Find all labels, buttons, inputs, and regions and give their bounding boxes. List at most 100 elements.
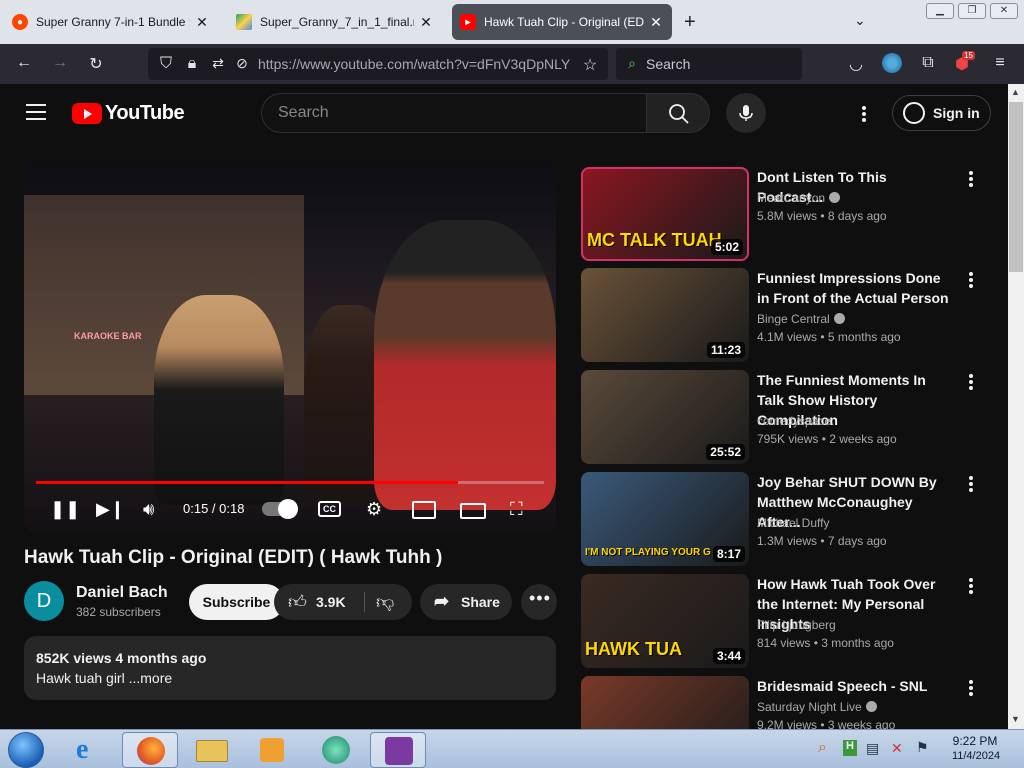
clock-time[interactable]: 9:22 PM bbox=[950, 734, 1000, 748]
captions-icon[interactable]: CC bbox=[318, 501, 341, 517]
recommendation-menu-icon[interactable] bbox=[969, 578, 973, 596]
youtube-search-input[interactable] bbox=[278, 104, 618, 122]
extensions-icon[interactable]: ⧉ bbox=[918, 54, 938, 72]
like-dislike-group: 👍︎ 3.9K 👎︎ bbox=[274, 584, 412, 620]
subscribe-button[interactable]: Subscribe bbox=[189, 584, 284, 620]
close-icon[interactable]: ✕ bbox=[418, 14, 434, 31]
pocket-icon[interactable]: ◡ bbox=[846, 54, 866, 74]
youtube-search-box[interactable] bbox=[261, 93, 646, 133]
video-player[interactable]: KARAOKE BAR ❚❚ ▶❙ 🔊︎ 0:15 / 0:18 CC ⚙ ⛶ bbox=[24, 165, 556, 533]
scroll-down-icon[interactable]: ▼ bbox=[1011, 714, 1020, 724]
voice-search-button[interactable] bbox=[726, 93, 766, 133]
browser-search-placeholder: Search bbox=[646, 56, 691, 72]
browser-toolbar: ← → ↻ ⛉ 🔒︎ ⇄ ⊘ https://www.youtube.com/w… bbox=[0, 44, 1024, 84]
thumbs-up-icon[interactable]: 👍︎ bbox=[288, 591, 307, 613]
media-player-icon[interactable] bbox=[244, 732, 300, 768]
back-icon[interactable]: ← bbox=[14, 54, 34, 72]
tab-reddit[interactable]: ● Super Granny 7-in-1 Bundle : r/ ✕ bbox=[4, 4, 218, 40]
recommendation-item[interactable]: HAWK TUA 3:44 How Hawk Tuah Took Over the … bbox=[581, 574, 993, 668]
recommendation-menu-icon[interactable] bbox=[969, 374, 973, 392]
recommendation-menu-icon[interactable] bbox=[969, 476, 973, 494]
miniplayer-icon[interactable] bbox=[412, 501, 436, 519]
recommendation-menu-icon[interactable] bbox=[969, 680, 973, 698]
description-text: Hawk tuah girl ...more bbox=[36, 670, 173, 686]
url-bar[interactable]: ⛉ 🔒︎ ⇄ ⊘ https://www.youtube.com/watch?v… bbox=[148, 48, 608, 80]
settings-kebab-icon[interactable] bbox=[862, 106, 866, 124]
video-progress-bar[interactable] bbox=[36, 481, 544, 484]
recommendation-title[interactable]: Funniest Impressions Done in Front of th… bbox=[757, 268, 952, 308]
restore-button[interactable]: ❐ bbox=[958, 3, 986, 19]
sign-in-button[interactable]: Sign in bbox=[892, 95, 991, 131]
account-icon[interactable] bbox=[882, 53, 902, 73]
video-thumbnail[interactable]: I'M NOT PLAYING YOUR G 8:17 bbox=[581, 472, 749, 566]
tab-youtube[interactable]: ▸ Hawk Tuah Clip - Original (EDIT ✕ bbox=[452, 4, 672, 40]
firefox-icon[interactable] bbox=[122, 732, 178, 768]
verified-check-icon bbox=[833, 313, 845, 324]
video-thumbnail[interactable]: 25:52 bbox=[581, 370, 749, 464]
recommendation-channel: Saturday Night Live bbox=[757, 700, 877, 714]
start-button[interactable] bbox=[8, 732, 44, 768]
file-explorer-icon[interactable] bbox=[184, 732, 240, 768]
like-count[interactable]: 3.9K bbox=[316, 594, 346, 610]
next-icon[interactable]: ▶❙ bbox=[96, 499, 125, 520]
reload-icon[interactable]: ↻ bbox=[86, 54, 106, 74]
share-button[interactable]: ➦ Share bbox=[420, 584, 512, 620]
close-window-button[interactable]: ✕ bbox=[990, 3, 1018, 19]
video-thumbnail[interactable]: HAWK TUA 3:44 bbox=[581, 574, 749, 668]
browser-search-bar[interactable]: ⌕ Search bbox=[616, 48, 802, 80]
channel-avatar[interactable]: D bbox=[24, 581, 64, 621]
close-icon[interactable]: ✕ bbox=[194, 14, 210, 31]
video-time: 0:15 / 0:18 bbox=[183, 501, 245, 516]
page-scrollbar[interactable]: ▲ ▼ bbox=[1008, 84, 1024, 729]
fullscreen-icon[interactable]: ⛶ bbox=[510, 499, 523, 520]
pause-icon[interactable]: ❚❚ bbox=[50, 499, 80, 520]
youtube-logo[interactable]: YouTube bbox=[72, 102, 185, 125]
thumbs-down-icon[interactable]: 👎︎ bbox=[376, 591, 394, 613]
forward-icon[interactable]: → bbox=[50, 54, 70, 72]
tab-google-drive[interactable]: Super_Granny_7_in_1_final.rar - ✕ bbox=[228, 4, 442, 40]
recommendation-channel: Binge Central bbox=[757, 312, 845, 326]
video-thumbnail[interactable]: MC TALK TUAH 5:02 bbox=[581, 167, 749, 261]
action-center-flag-icon[interactable]: ⚑ bbox=[916, 739, 929, 756]
new-tab-button[interactable]: + bbox=[684, 11, 696, 34]
scroll-up-icon[interactable]: ▲ bbox=[1011, 87, 1020, 97]
recommendation-item[interactable]: MC TALK TUAH 5:02 Dont Listen To This Podc… bbox=[581, 167, 993, 261]
guide-menu-icon[interactable] bbox=[26, 104, 46, 125]
permissions-icon[interactable]: ⇄ bbox=[208, 55, 228, 72]
volume-icon[interactable]: 🔊︎ bbox=[143, 499, 154, 520]
network-icon[interactable]: ▤ bbox=[866, 740, 879, 757]
scrollbar-thumb[interactable] bbox=[1009, 102, 1023, 272]
video-thumbnail[interactable]: 11:23 bbox=[581, 268, 749, 362]
description-box[interactable]: 852K views 4 months ago Hawk tuah girl .… bbox=[24, 636, 556, 700]
more-actions-button[interactable]: ••• bbox=[521, 584, 557, 620]
chevron-down-icon[interactable]: ⌄ bbox=[854, 12, 866, 29]
channel-name[interactable]: Daniel Bach bbox=[76, 584, 168, 602]
internet-explorer-icon[interactable]: e bbox=[62, 732, 118, 768]
recommendation-channel: Filip Ljungberg bbox=[757, 618, 836, 632]
tray-app-icon[interactable]: H bbox=[843, 740, 857, 756]
recommendation-item[interactable]: I'M NOT PLAYING YOUR G 8:17 Joy Behar SHUT… bbox=[581, 472, 993, 566]
recommendation-item[interactable]: 25:52 The Funniest Moments In Talk Show H… bbox=[581, 370, 993, 464]
autoplay-blocked-icon[interactable]: ⊘ bbox=[232, 55, 252, 72]
theater-mode-icon[interactable] bbox=[460, 503, 486, 519]
close-icon[interactable]: ✕ bbox=[648, 14, 664, 31]
chat-app-icon[interactable] bbox=[308, 732, 364, 768]
lock-icon[interactable]: 🔒︎ bbox=[182, 55, 202, 73]
gear-icon[interactable]: ⚙ bbox=[366, 499, 382, 520]
recommendation-item[interactable]: 11:23 Funniest Impressions Done in Front … bbox=[581, 268, 993, 362]
tray-search-icon[interactable]: ⌕ bbox=[818, 739, 827, 757]
video-person-left bbox=[154, 295, 284, 505]
recommendation-title[interactable]: Bridesmaid Speech - SNL bbox=[757, 676, 952, 696]
shield-icon[interactable]: ⛉ bbox=[156, 55, 176, 73]
recommendation-menu-icon[interactable] bbox=[969, 272, 973, 290]
game-app-icon[interactable] bbox=[370, 732, 426, 768]
search-icon bbox=[669, 104, 689, 124]
hamburger-menu-icon[interactable]: ≡ bbox=[990, 54, 1010, 72]
minimize-button[interactable]: ▁ bbox=[926, 3, 954, 19]
bookmark-star-icon[interactable]: ☆ bbox=[580, 55, 600, 75]
autoplay-toggle[interactable] bbox=[262, 499, 298, 519]
youtube-search-button[interactable] bbox=[646, 93, 710, 133]
recommendation-menu-icon[interactable] bbox=[969, 171, 973, 189]
volume-muted-icon[interactable]: ✕ bbox=[891, 740, 903, 757]
clock-date[interactable]: 11/4/2024 bbox=[948, 750, 1004, 762]
